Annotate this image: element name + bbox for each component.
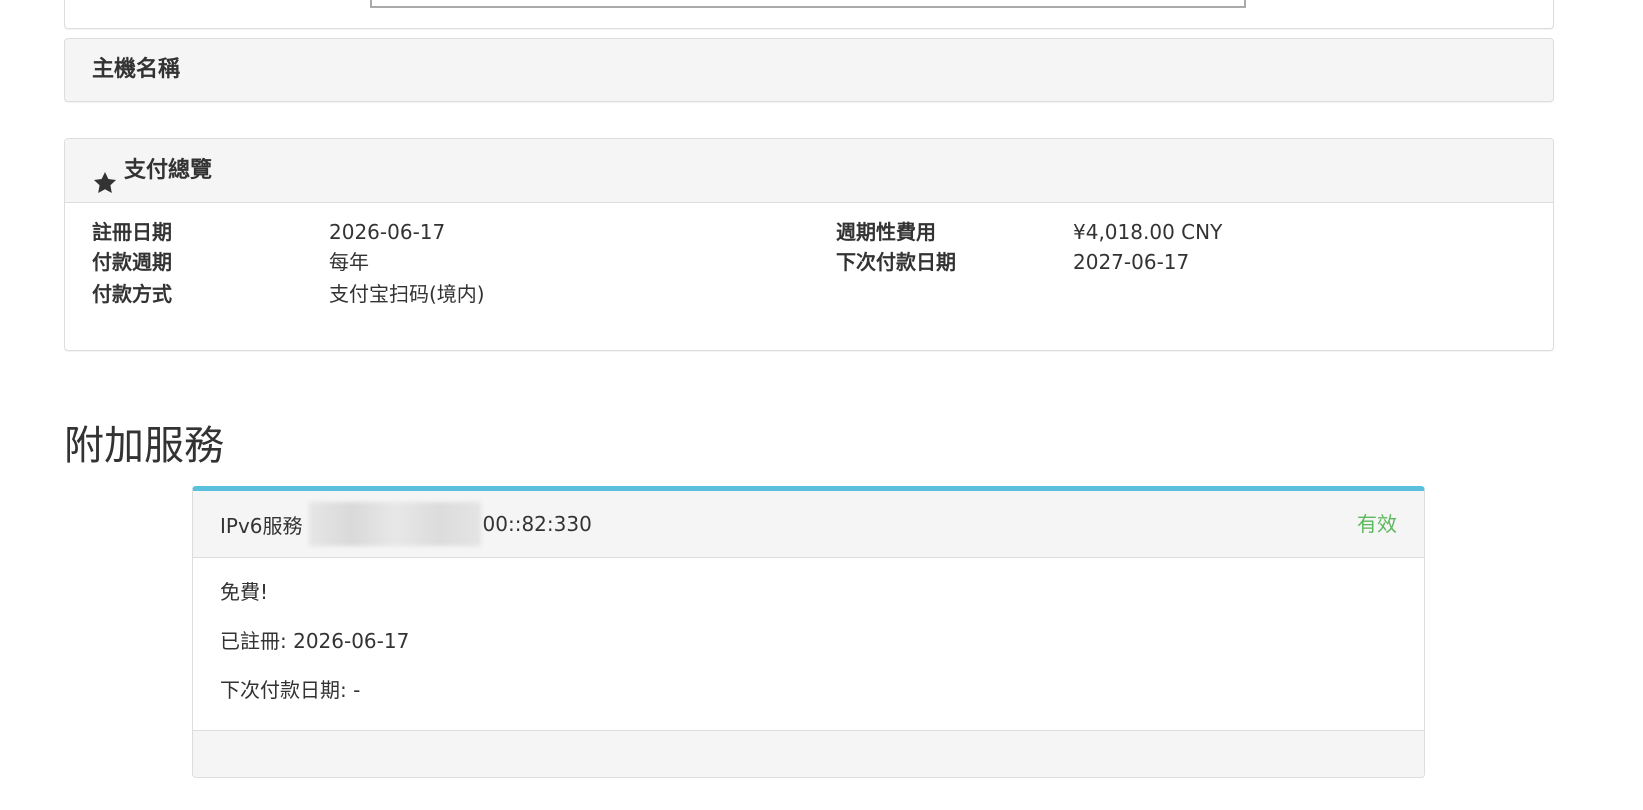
addon-price: 免費! (220, 580, 269, 604)
addon-name: IPv6服務 (220, 513, 303, 538)
recurring-amount-label: 週期性費用 (836, 220, 936, 244)
billing-overview-panel: 支付總覽 註冊日期 2026-06-17 付款週期 每年 付款方式 支付宝扫码(… (64, 138, 1554, 351)
addon-body: 免費! 已註冊: 2026-06-17 下次付款日期: - (193, 558, 1424, 730)
billing-overview-body: 註冊日期 2026-06-17 付款週期 每年 付款方式 支付宝扫码(境内) 週… (65, 203, 1553, 343)
addon-registration-date: 已註冊: 2026-06-17 (220, 629, 410, 653)
payment-method-value: 支付宝扫码(境内) (329, 282, 485, 306)
addon-panel-ipv6: IPv6服務 00::82:330 有效 免費! 已註冊: 2026-06-17… (192, 486, 1425, 778)
addon-footer (193, 730, 1424, 777)
previous-panel (64, 0, 1554, 29)
registration-date-value: 2026-06-17 (329, 220, 446, 244)
next-due-date-label: 下次付款日期 (836, 250, 956, 274)
recurring-amount-value: ¥4,018.00 CNY (1073, 220, 1223, 244)
addon-address-suffix: 00::82:330 (482, 512, 592, 536)
billing-cycle-label: 付款週期 (92, 250, 172, 274)
redacted-address-blur (308, 502, 481, 546)
registration-date-label: 註冊日期 (92, 220, 172, 244)
page: 主機名稱 支付總覽 註冊日期 2026-06-17 付款週期 每年 付款方式 支… (0, 0, 1643, 810)
previous-panel-box (370, 0, 1246, 8)
addon-heading: IPv6服務 00::82:330 有效 (193, 491, 1424, 558)
next-due-date-value: 2027-06-17 (1073, 250, 1190, 274)
billing-overview-title: 支付總覽 (124, 158, 213, 183)
hostname-panel: 主機名稱 (64, 38, 1554, 102)
hostname-heading: 主機名稱 (92, 57, 181, 82)
addon-status-badge: 有效 (1357, 512, 1397, 536)
payment-method-label: 付款方式 (92, 282, 172, 306)
billing-overview-heading: 支付總覽 (65, 139, 1553, 203)
star-icon (92, 158, 118, 193)
billing-cycle-value: 每年 (329, 250, 369, 274)
addons-title: 附加服務 (64, 423, 224, 469)
addon-next-due-date: 下次付款日期: - (220, 678, 361, 702)
